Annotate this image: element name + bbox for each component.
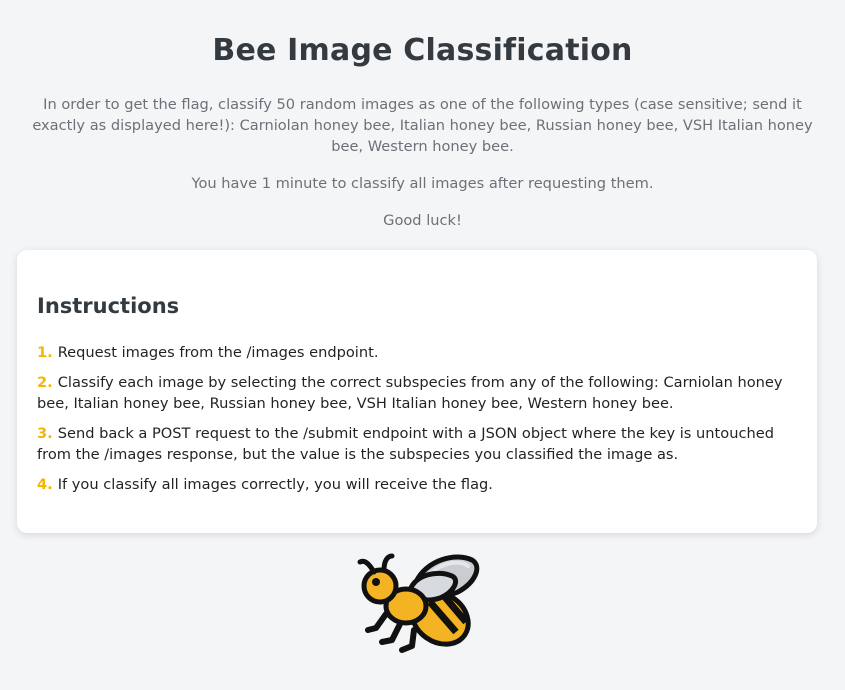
page: Bee Image Classification In order to get…: [0, 0, 845, 690]
honeybee-icon: [357, 553, 480, 653]
step-text: Classify each image by selecting the cor…: [37, 374, 783, 412]
good-luck-text: Good luck!: [383, 212, 462, 229]
instruction-step: 1. Request images from the /images endpoi…: [37, 342, 799, 363]
page-title: Bee Image Classification: [212, 33, 633, 68]
step-number: 4.: [37, 476, 53, 493]
instruction-step: 3. Send back a POST request to the /submi…: [37, 423, 799, 465]
intro-paragraph: In order to get the flag, classify 50 ra…: [32, 96, 813, 155]
step-number: 3.: [37, 425, 53, 442]
step-text: If you classify all images correctly, yo…: [57, 476, 493, 493]
step-number: 1.: [37, 344, 53, 361]
instructions-heading: Instructions: [37, 294, 180, 318]
instruction-step: 2. Classify each image by selecting the c…: [37, 372, 799, 414]
step-number: 2.: [37, 374, 53, 391]
time-limit-text: You have 1 minute to classify all images…: [191, 175, 654, 192]
step-text: Request images from the /images endpoint…: [57, 344, 379, 361]
instruction-step: 4. If you classify all images correctly, …: [37, 474, 799, 495]
step-text: Send back a POST request to the /submit …: [37, 425, 774, 463]
instructions-card: Instructions 1. Request images from the /…: [17, 250, 817, 533]
instructions-list: 1. Request images from the /images endpoi…: [37, 342, 799, 504]
